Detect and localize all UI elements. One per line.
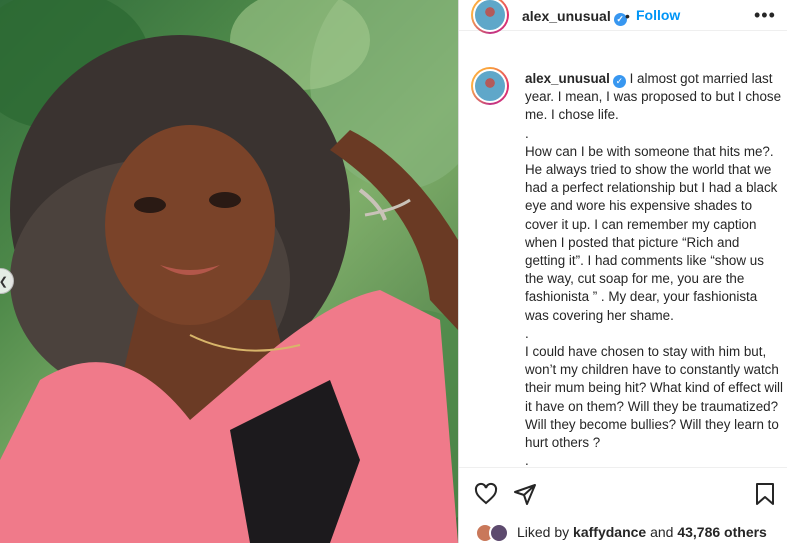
likes-conjunction: and: [650, 524, 674, 540]
caption-line: .: [525, 125, 529, 141]
liked-by-user[interactable]: kaffydance: [573, 524, 646, 540]
send-icon[interactable]: [513, 482, 537, 511]
more-options-icon[interactable]: •••: [754, 5, 776, 26]
avatar[interactable]: [471, 0, 509, 34]
photo-illustration: [0, 0, 458, 543]
caption-line: .: [525, 453, 529, 467]
bookmark-icon[interactable]: [754, 482, 776, 511]
likes-text: Liked by kaffydance and 43,786 others: [517, 524, 767, 540]
likes-prefix: Liked by: [517, 524, 570, 540]
post-side-panel: alex_unusual ✓ • Follow ••• alex_unusual ✓…: [458, 0, 787, 543]
caption-line: alex_unusual ✓ I almost got married last …: [525, 70, 783, 125]
caption-line: I could have chosen to stay with him but…: [525, 344, 784, 451]
post-photo[interactable]: ❮: [0, 0, 458, 543]
separator-dot: •: [625, 8, 630, 24]
caption-username[interactable]: alex_unusual: [525, 71, 610, 86]
likes-row: Liked by kaffydance and 43,786 others: [459, 517, 787, 543]
caption-text: alex_unusual ✓ I almost got married last …: [525, 70, 783, 467]
username-text[interactable]: alex_unusual: [522, 8, 611, 24]
caption-area[interactable]: alex_unusual ✓ I almost got married last …: [459, 32, 787, 467]
post-header: alex_unusual ✓ • Follow •••: [459, 0, 787, 34]
heart-icon[interactable]: [474, 482, 498, 511]
likes-count[interactable]: 43,786 others: [677, 524, 767, 540]
caption-avatar[interactable]: [471, 67, 509, 105]
action-bar: [459, 467, 787, 517]
header-username[interactable]: alex_unusual ✓: [522, 8, 627, 26]
caption-line: .: [525, 325, 529, 341]
follow-button[interactable]: Follow: [636, 7, 680, 23]
verified-badge-icon: ✓: [612, 75, 626, 88]
avatar[interactable]: [489, 523, 509, 543]
caption-line: How can I be with someone that hits me?.…: [525, 143, 778, 323]
